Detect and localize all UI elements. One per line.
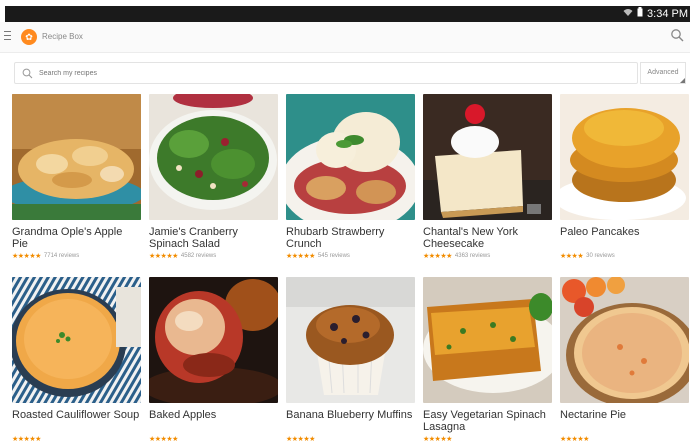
review-count: 30 reviews xyxy=(586,253,615,259)
recipe-title[interactable]: Roasted Cauliflower Soup xyxy=(12,409,141,434)
wifi-icon xyxy=(623,8,633,20)
review-count: 545 reviews xyxy=(317,253,350,259)
recipe-rating: ★★★★★ 4363 reviews xyxy=(423,252,552,260)
recipe-card[interactable]: Roasted Cauliflower Soup ★★★★★ xyxy=(12,277,141,443)
recipe-title[interactable]: Baked Apples xyxy=(149,409,278,434)
advanced-button[interactable]: Advanced xyxy=(640,62,686,84)
advanced-label: Advanced xyxy=(647,69,679,76)
recipe-card[interactable]: Nectarine Pie ★★★★★ xyxy=(560,277,689,443)
recipe-title[interactable]: Paleo Pancakes xyxy=(560,226,689,251)
recipe-rating: ★★★★ 30 reviews xyxy=(560,252,689,260)
recipe-title[interactable]: Banana Blueberry Muffins xyxy=(286,409,415,434)
recipe-photo[interactable] xyxy=(149,277,278,403)
app-title: Recipe Box xyxy=(42,32,83,41)
recipe-title[interactable]: Jamie's Cranberry Spinach Salad xyxy=(149,226,278,251)
recipe-card[interactable]: Paleo Pancakes ★★★★ 30 reviews xyxy=(560,94,689,260)
search-icon[interactable] xyxy=(670,28,684,47)
star-rating-icon: ★★★★★ xyxy=(423,253,452,260)
star-rating-icon: ★★★★★ xyxy=(286,253,315,260)
recipe-title[interactable]: Nectarine Pie xyxy=(560,409,689,434)
star-rating-icon: ★★★★★ xyxy=(560,436,589,443)
star-rating-icon: ★★★★ xyxy=(560,253,584,260)
recipe-card[interactable]: Rhubarb Strawberry Crunch ★★★★★ 545 revi… xyxy=(286,94,415,260)
status-time: 3:34 PM xyxy=(647,7,688,20)
recipe-photo[interactable] xyxy=(149,94,278,220)
menu-icon[interactable] xyxy=(4,31,11,41)
recipe-photo[interactable] xyxy=(560,277,689,403)
status-bar: 3:34 PM xyxy=(5,6,690,22)
recipe-rating: ★★★★★ xyxy=(560,435,689,443)
recipe-title[interactable]: Rhubarb Strawberry Crunch xyxy=(286,226,415,251)
recipe-card[interactable]: Banana Blueberry Muffins ★★★★★ xyxy=(286,277,415,443)
star-rating-icon: ★★★★★ xyxy=(423,436,452,443)
recipe-photo[interactable] xyxy=(423,94,552,220)
app-bar: ✿ Recipe Box xyxy=(0,22,690,53)
recipe-card[interactable]: Baked Apples ★★★★★ xyxy=(149,277,278,443)
recipe-photo[interactable] xyxy=(423,277,552,403)
app-logo: ✿ xyxy=(21,29,37,45)
recipe-rating: ★★★★★ xyxy=(423,435,552,443)
search-box xyxy=(14,62,638,84)
recipe-rating: ★★★★★ 7714 reviews xyxy=(12,252,141,260)
recipe-rating: ★★★★★ 545 reviews xyxy=(286,252,415,260)
recipe-card[interactable]: Jamie's Cranberry Spinach Salad ★★★★★ 45… xyxy=(149,94,278,260)
recipe-card[interactable]: Grandma Ople's Apple Pie ★★★★★ 7714 revi… xyxy=(12,94,141,260)
review-count: 4363 reviews xyxy=(454,253,491,259)
recipe-rating: ★★★★★ xyxy=(149,435,278,443)
recipe-card[interactable]: Easy Vegetarian Spinach Lasagna ★★★★★ xyxy=(423,277,552,443)
dropdown-corner-icon xyxy=(680,78,685,83)
recipe-card[interactable]: Chantal's New York Cheesecake ★★★★★ 4363… xyxy=(423,94,552,260)
star-rating-icon: ★★★★★ xyxy=(149,253,178,260)
recipe-rating: ★★★★★ 4582 reviews xyxy=(149,252,278,260)
recipe-photo[interactable] xyxy=(286,277,415,403)
recipe-title[interactable]: Easy Vegetarian Spinach Lasagna xyxy=(423,409,552,434)
review-count: 7714 reviews xyxy=(43,253,80,259)
recipe-rating: ★★★★★ xyxy=(286,435,415,443)
search-field-icon xyxy=(22,68,33,79)
recipe-photo[interactable] xyxy=(560,94,689,220)
recipe-title[interactable]: Chantal's New York Cheesecake xyxy=(423,226,552,251)
recipe-photo[interactable] xyxy=(286,94,415,220)
star-rating-icon: ★★★★★ xyxy=(12,253,41,260)
recipe-photo[interactable] xyxy=(12,277,141,403)
star-rating-icon: ★★★★★ xyxy=(12,436,41,443)
battery-icon xyxy=(637,7,643,20)
recipe-rating: ★★★★★ xyxy=(12,435,141,443)
recipe-photo[interactable] xyxy=(12,94,141,220)
star-rating-icon: ★★★★★ xyxy=(286,436,315,443)
recipe-title[interactable]: Grandma Ople's Apple Pie xyxy=(12,226,141,251)
search-row: Advanced xyxy=(14,62,686,84)
status-right: 3:34 PM xyxy=(623,7,688,20)
star-rating-icon: ★★★★★ xyxy=(149,436,178,443)
search-input[interactable] xyxy=(37,65,621,81)
review-count: 4582 reviews xyxy=(180,253,217,259)
